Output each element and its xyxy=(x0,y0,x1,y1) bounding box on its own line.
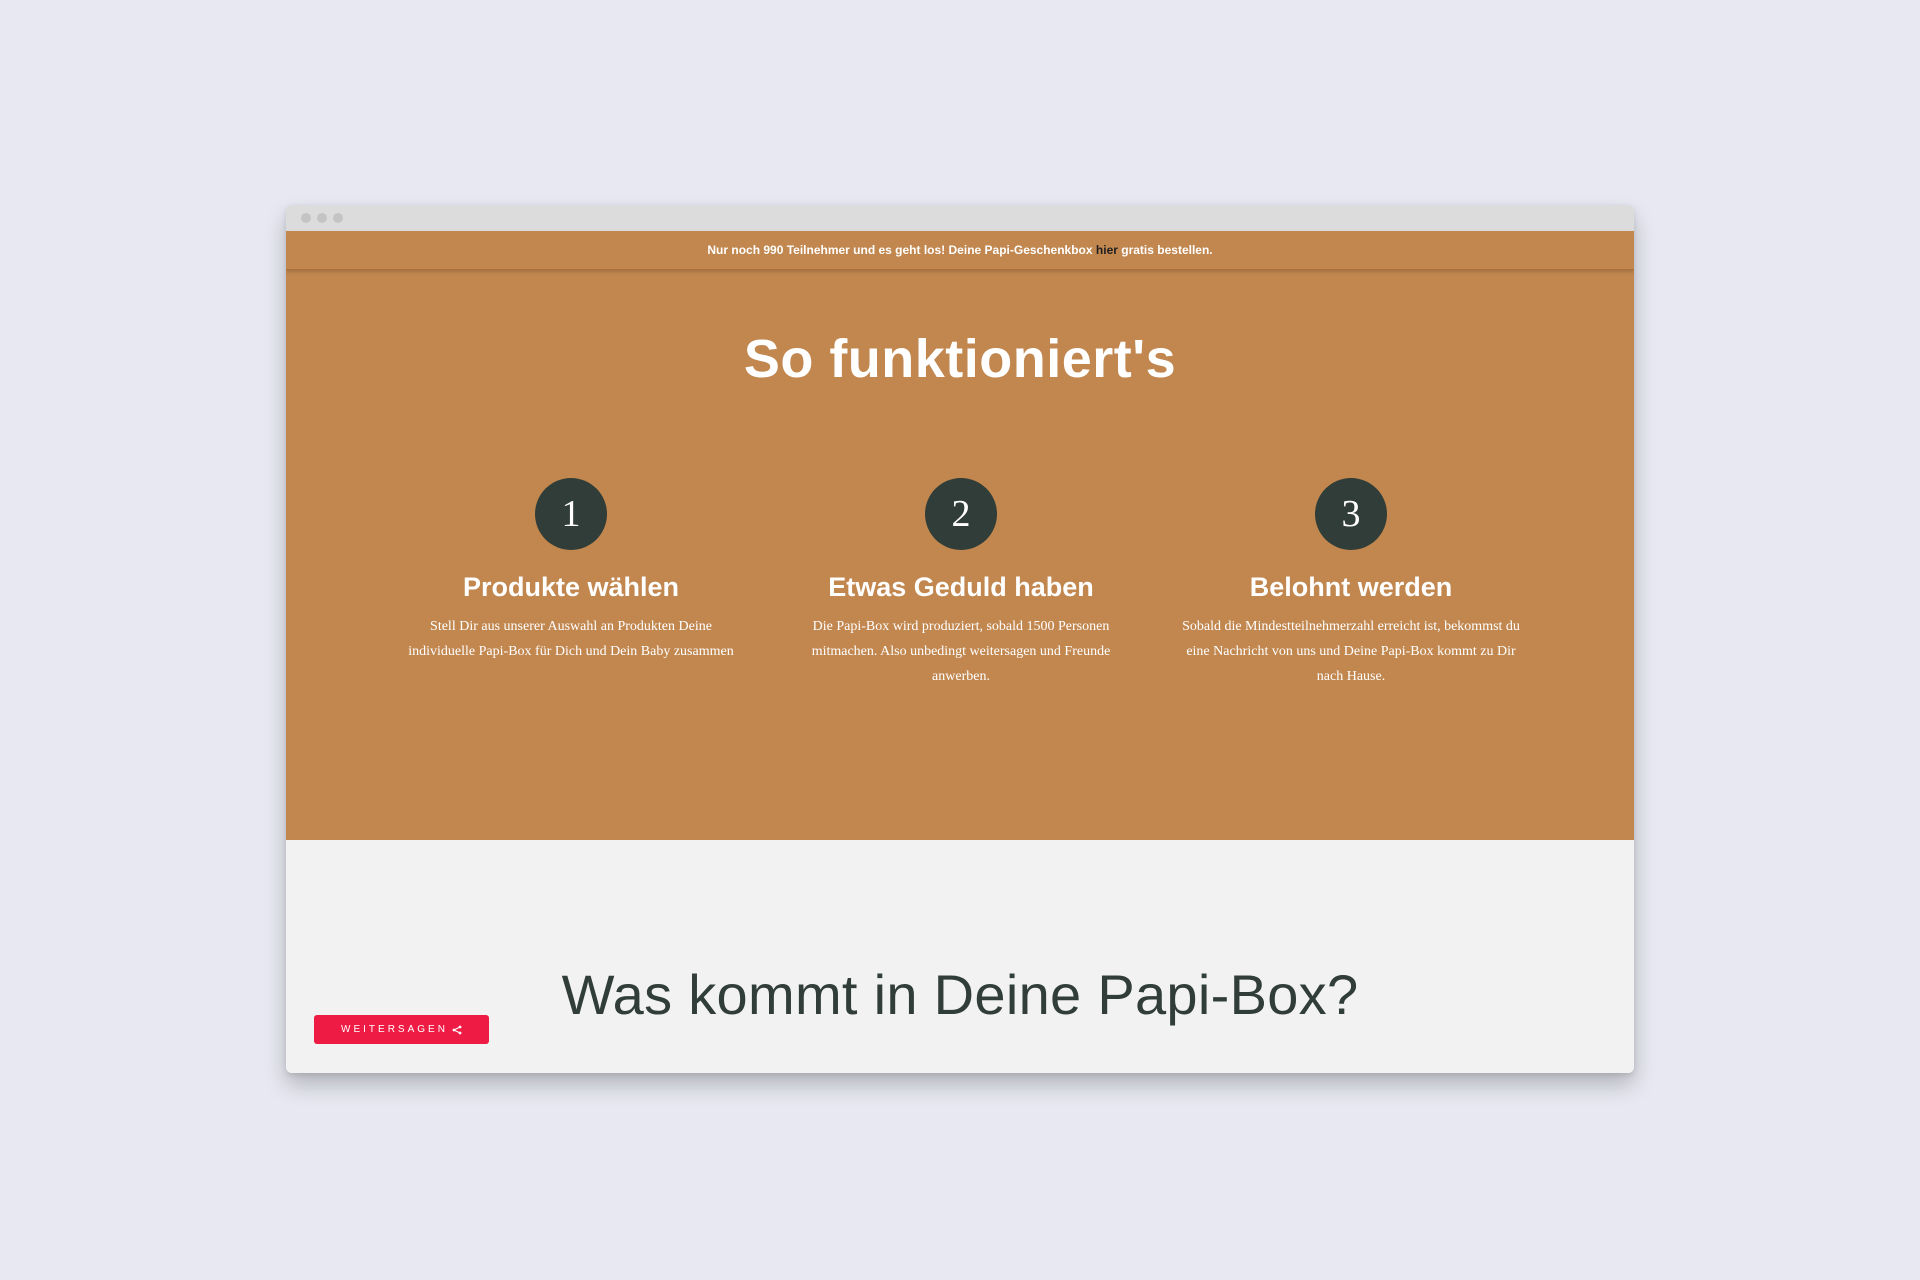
step-title: Produkte wählen xyxy=(462,572,680,602)
announcement-text-end: gratis bestellen. xyxy=(1117,243,1213,257)
share-icon xyxy=(452,1025,462,1035)
window-dot-icon xyxy=(317,213,327,223)
step-1: 1 Produkte wählen Stell Dir aus unserer … xyxy=(398,478,744,664)
step-number-badge: 1 xyxy=(535,478,607,550)
share-button[interactable]: WEITERSAGEN xyxy=(314,1015,489,1044)
step-title: Etwas Geduld haben xyxy=(828,572,1094,602)
step-number-badge: 2 xyxy=(925,478,997,550)
step-number-badge: 3 xyxy=(1315,478,1387,550)
how-it-works-section: So funktioniert's 1 Produkte wählen Stel… xyxy=(286,270,1634,840)
announcement-bar: Nur noch 990 Teilnehmer und es geht los!… xyxy=(286,231,1634,270)
step-3: 3 Belohnt werden Sobald die Mindestteiln… xyxy=(1178,478,1524,689)
announcement-text-start: Nur noch 990 Teilnehmer und es geht los!… xyxy=(707,243,1096,257)
browser-title-bar xyxy=(286,205,1634,231)
step-description: Die Papi-Box wird produziert, sobald 150… xyxy=(811,619,1111,684)
box-contents-section: Was kommt in Deine Papi-Box? WEITERSAGEN xyxy=(286,840,1634,1073)
step-description: Stell Dir aus unserer Auswahl an Produkt… xyxy=(408,619,734,659)
window-dot-icon xyxy=(301,213,311,223)
step-description: Sobald die Mindestteilnehmerzahl erreich… xyxy=(1182,619,1520,684)
step-2: 2 Etwas Geduld haben Die Papi-Box wird p… xyxy=(788,478,1134,689)
step-title: Belohnt werden xyxy=(1249,572,1453,602)
browser-window: Nur noch 990 Teilnehmer und es geht los!… xyxy=(286,205,1634,1073)
announcement-order-link[interactable]: hier xyxy=(1096,243,1118,257)
window-dot-icon xyxy=(333,213,343,223)
share-button-label: WEITERSAGEN xyxy=(341,1024,448,1035)
how-it-works-title: So funktioniert's xyxy=(743,329,1177,389)
